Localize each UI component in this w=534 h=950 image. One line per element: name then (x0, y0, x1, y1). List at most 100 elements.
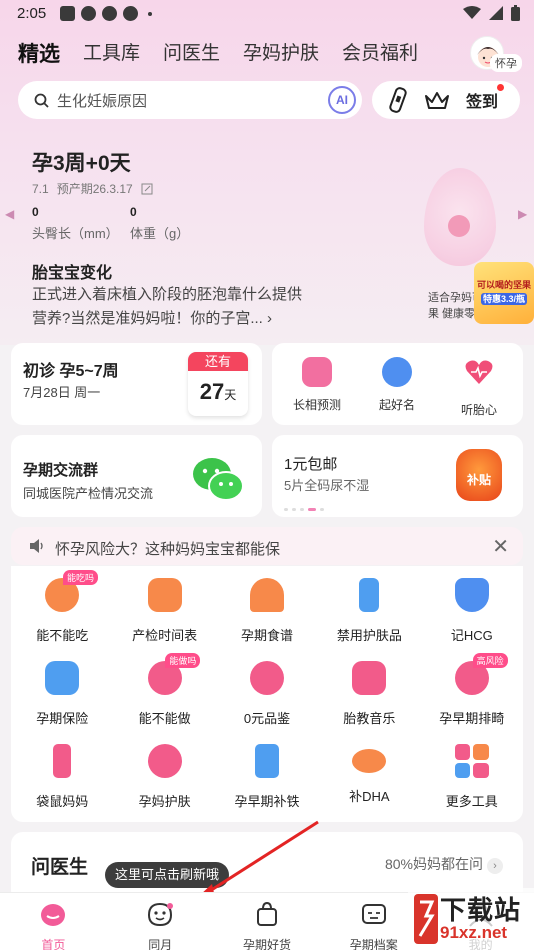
app-notification-icon (123, 6, 138, 21)
chevron-right-icon: › (487, 858, 503, 874)
tool-banned-skincare[interactable]: 禁用护肤品 (318, 578, 420, 645)
heartbeat-tool[interactable]: 听胎心 (444, 357, 514, 418)
tab-member[interactable]: 会员福利 (342, 38, 418, 68)
tool-more[interactable]: 更多工具 (421, 744, 523, 811)
name-badge-icon (382, 357, 412, 387)
notification-icons (60, 6, 152, 21)
records-icon (361, 904, 386, 924)
tool-kangaroo-mom[interactable]: 袋鼠妈妈 (11, 744, 113, 811)
baby-change-text[interactable]: 正式进入着床植入阶段的胚泡靠什么提供营养?当然是准妈妈啦！你的子宫... › (32, 283, 307, 331)
app-notification-icon (60, 6, 75, 21)
tool-insurance[interactable]: 孕期保险 (11, 661, 113, 728)
bottle-icon (53, 744, 72, 778)
notice-banner[interactable]: 怀孕风险大？这种妈妈宝宝都能保 ✕ (11, 527, 523, 565)
carousel-indicator (284, 508, 324, 511)
signin-dot-indicator (497, 84, 505, 91)
face-prediction-tool[interactable]: 长相预测 (282, 357, 352, 413)
search-bar[interactable]: 生化妊娠原因 AI (18, 81, 362, 119)
tool-can-do[interactable]: 能做吗 能不能做 (113, 653, 215, 728)
subsidy-bag-icon: 补贴 (456, 449, 502, 501)
profile-avatar[interactable]: 怀孕 (470, 36, 522, 72)
app-notification-icon (81, 6, 96, 21)
tool-label: 袋鼠妈妈 (36, 794, 89, 809)
countdown-label: 还有 (188, 352, 248, 371)
edit-icon[interactable] (141, 183, 153, 195)
search-input[interactable]: 生化妊娠原因 (57, 90, 147, 111)
pregnancy-week[interactable]: 孕3周+0天 (32, 147, 131, 177)
tool-hcg[interactable]: 记HCG (421, 578, 523, 645)
baby-change-body: 正式进入着床植入阶段的胚泡靠什么提供营养?当然是准妈妈啦！你的子宫... (32, 286, 303, 327)
tool-anomaly-scan[interactable]: 高风险 孕早期排畸 (421, 653, 523, 728)
next-week-arrow-icon[interactable]: ▶ (518, 207, 527, 221)
baby-name-tool[interactable]: 起好名 (362, 357, 432, 413)
signal-icon (489, 6, 503, 20)
same-month-face-icon (148, 902, 174, 927)
nav-shopping[interactable]: 孕期好货 (214, 893, 321, 950)
tool-label: 孕早期补铁 (234, 794, 300, 809)
status-right (463, 5, 520, 21)
signin-button[interactable]: 签到 (466, 84, 505, 112)
tool-mom-skincare[interactable]: 孕妈护肤 (113, 744, 215, 811)
nav-same-month[interactable]: 同月 (107, 893, 214, 950)
app-notification-icon (102, 6, 117, 21)
ask-doctor-more[interactable]: 80%妈妈都在问 › (385, 854, 503, 874)
countdown-days-number: 27 (199, 379, 225, 404)
music-icon (352, 661, 387, 695)
tool-checkup-schedule[interactable]: 产检时间表 (113, 578, 215, 645)
floating-ad-sticker[interactable]: 可以喝的坚果 特惠3.3/瓶 (474, 262, 534, 324)
tool-iron[interactable]: 孕早期补铁 (216, 744, 318, 811)
promo-card[interactable]: 1元包邮 5片全码尿不湿 补贴 (272, 435, 523, 517)
more-tools-icon (454, 744, 489, 778)
tool-label: 孕早期排畸 (439, 711, 505, 726)
quick-actions: 签到 (372, 81, 520, 119)
watermark-title: 下载站 (440, 895, 522, 925)
tool-label: 听胎心 (460, 403, 497, 417)
tool-recipes[interactable]: 孕期食谱 (216, 578, 318, 645)
tab-ask-doctor[interactable]: 问医生 (163, 38, 220, 68)
tool-can-eat[interactable]: 能吃吗 能不能吃 (11, 570, 113, 645)
heart-icon (465, 360, 493, 384)
crl-metric: 0 头臀长（mm） (32, 205, 119, 242)
group-title: 孕期交流群 (23, 462, 99, 479)
pregnancy-test-icon[interactable] (388, 87, 408, 113)
tab-tools[interactable]: 工具库 (83, 38, 140, 68)
ad-sticker-price: 特惠3.3/瓶 (480, 293, 527, 305)
due-date: 预产期26.3.17 (56, 182, 133, 196)
community-group-card[interactable]: 孕期交流群 同城医院产检情况交流 (11, 435, 262, 517)
watermark-site: 91xz.net (440, 923, 508, 942)
tool-dha[interactable]: 补DHA (318, 744, 420, 811)
ai-assistant-button[interactable]: AI (328, 86, 356, 114)
weight-value: 0 (130, 205, 137, 219)
gift-crown-icon (249, 661, 284, 695)
tab-skincare[interactable]: 孕妈护肤 (243, 38, 319, 68)
lotion-bottle-icon (359, 578, 380, 612)
tool-grid: 能吃吗 能不能吃 产检时间表 孕期食谱 禁用护肤品 记HCG 孕期保险 能做吗 能不… (11, 570, 523, 811)
ad-sticker-line: 可以喝的坚果 (477, 280, 532, 290)
face-care-icon (147, 744, 182, 778)
ask-doctor-title: 问医生 (31, 857, 89, 878)
promo-subtitle: 5片全码尿不湿 (284, 478, 370, 493)
tool-music[interactable]: 胎教音乐 (318, 661, 420, 728)
crown-icon[interactable] (424, 90, 450, 110)
checkup-card[interactable]: 初诊 孕5~7周 7月28日 周一 还有 27天 (11, 343, 262, 425)
current-date: 7.1 (32, 181, 49, 196)
prev-week-arrow-icon[interactable]: ◀ (5, 207, 14, 221)
tool-label: 长相预测 (292, 398, 341, 412)
tool-label: 产检时间表 (132, 628, 198, 643)
baby-change-title: 胎宝宝变化 (32, 265, 113, 282)
wechat-icon (193, 458, 244, 501)
tool-label: 孕妈护肤 (138, 794, 191, 809)
tool-label: 孕期食谱 (240, 628, 293, 643)
nav-home[interactable]: 首页 (0, 893, 107, 950)
speaker-icon (30, 539, 43, 553)
tab-featured[interactable]: 精选 (18, 38, 60, 68)
tool-label: 能不能做 (138, 711, 191, 726)
tool-free-trial[interactable]: 0元品鉴 (216, 661, 318, 728)
nav-label: 孕期好货 (242, 938, 291, 950)
fish-dha-icon (352, 749, 387, 773)
home-icon (41, 904, 66, 926)
close-icon[interactable]: ✕ (492, 534, 509, 559)
crl-value: 0 (32, 205, 39, 219)
search-icon (34, 93, 49, 108)
battery-icon (511, 5, 520, 21)
